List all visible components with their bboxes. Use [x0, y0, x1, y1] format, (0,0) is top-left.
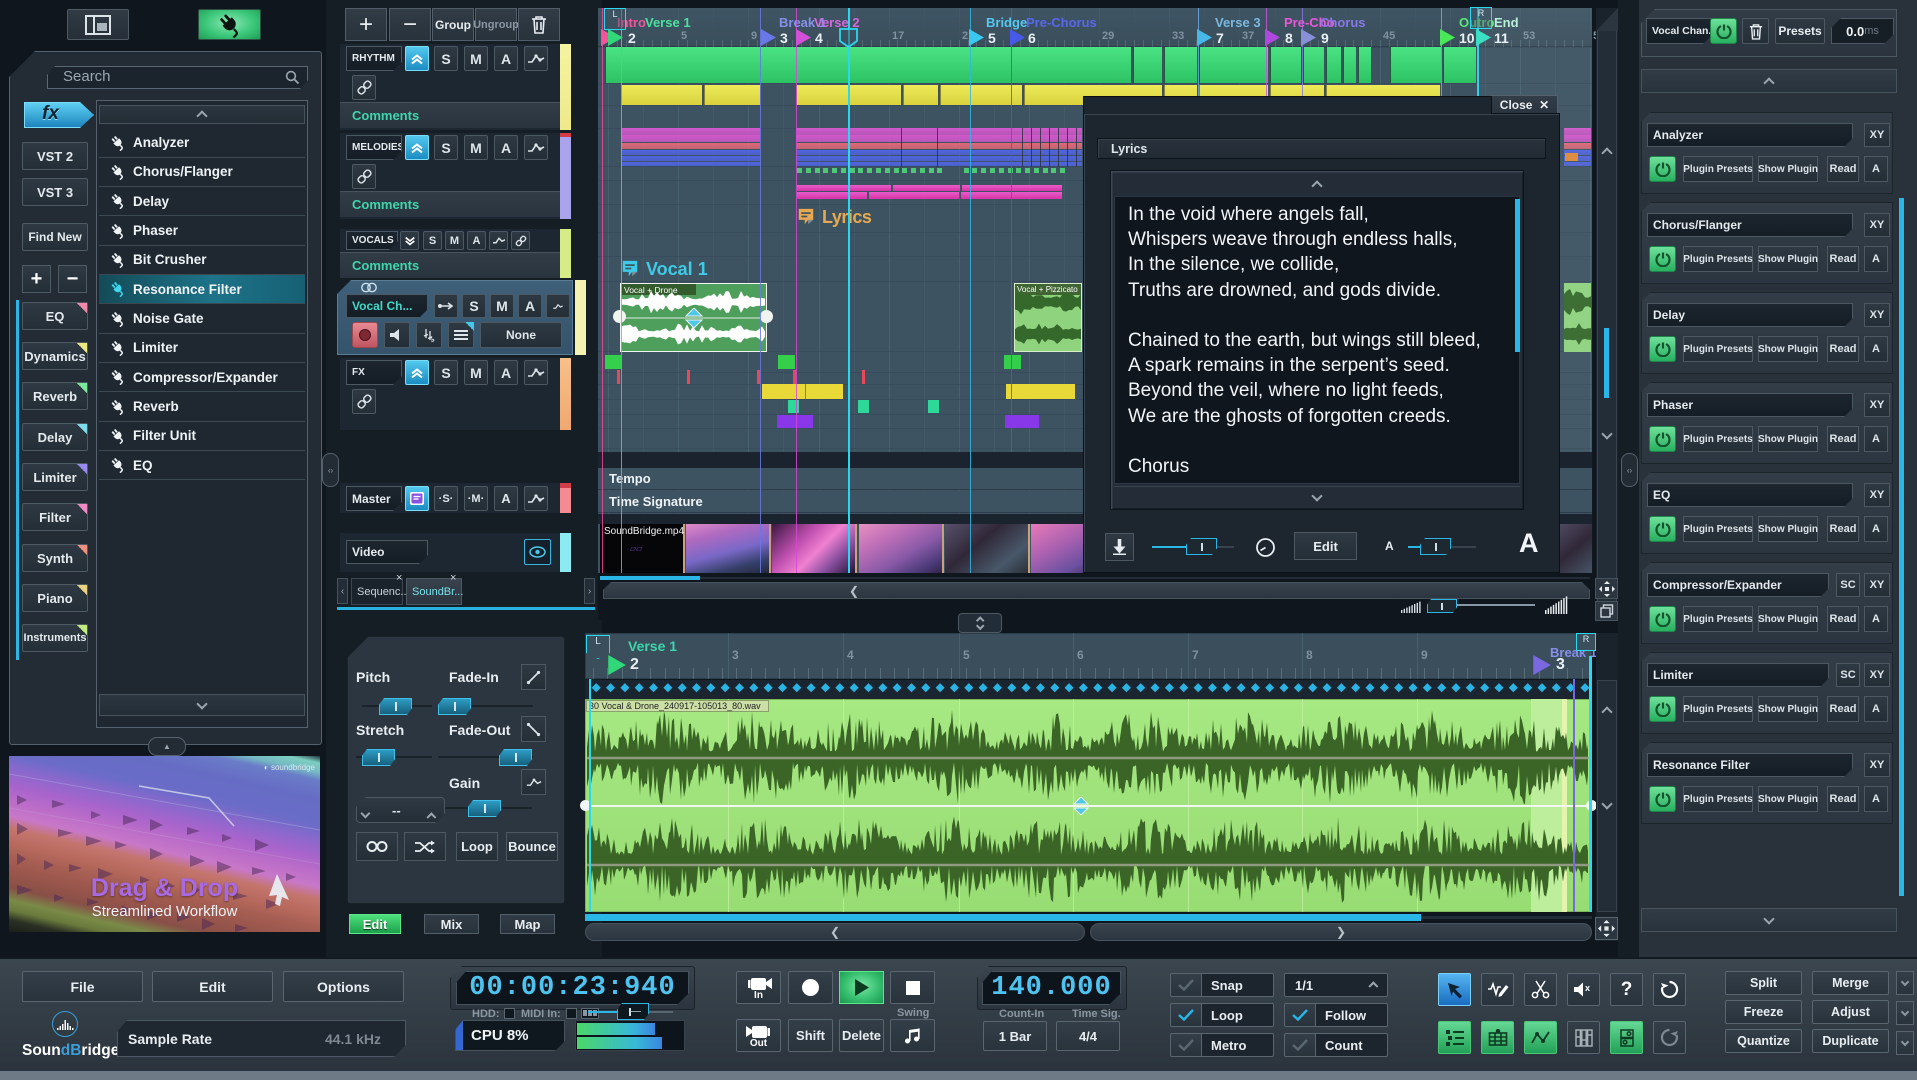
svg-text:x: x — [1585, 983, 1590, 993]
svg-text:♭: ♭ — [431, 335, 435, 343]
